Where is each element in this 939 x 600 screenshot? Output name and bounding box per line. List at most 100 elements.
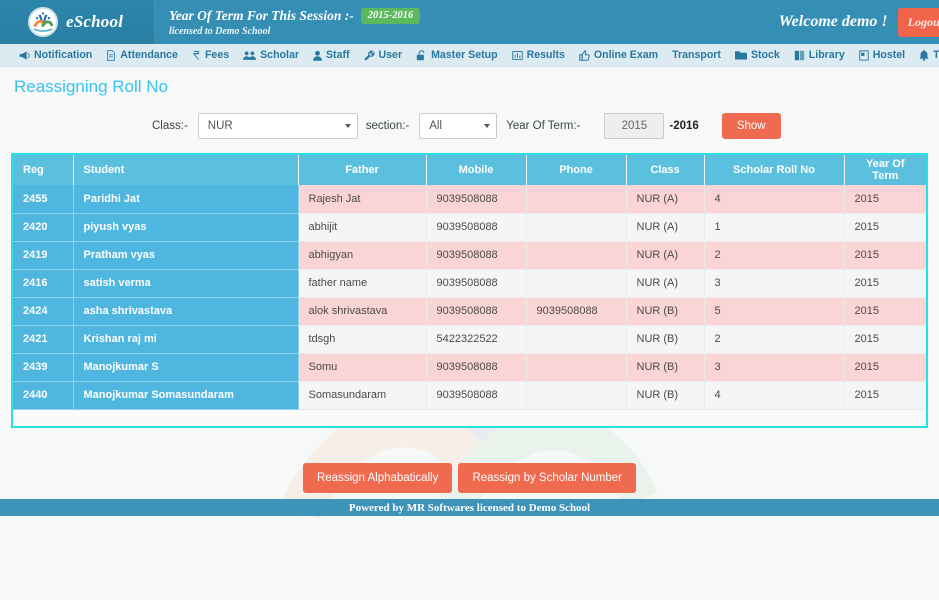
nav-item-stock[interactable]: Stock bbox=[728, 49, 787, 61]
brand-block[interactable]: eSchool bbox=[0, 0, 155, 44]
cell-year: 2015 bbox=[844, 353, 926, 382]
welcome-text: Welcome demo ! bbox=[778, 13, 888, 30]
chevron-down-icon bbox=[484, 124, 491, 128]
nav-item-label: Master Setup bbox=[431, 49, 498, 61]
cell-class: NUR (A) bbox=[626, 213, 705, 242]
bell-icon bbox=[919, 49, 929, 61]
cell-mobile: 9039508088 bbox=[426, 381, 527, 410]
footer-text: Powered by MR Softwares licensed to Demo… bbox=[348, 501, 591, 514]
cell-father: father name bbox=[298, 269, 427, 298]
table-row[interactable]: 2416 satish verma father name 9039508088 NUR… bbox=[13, 269, 926, 298]
page-footer: Powered by MR Softwares licensed to Demo… bbox=[0, 499, 939, 516]
school-logo-icon bbox=[28, 7, 58, 37]
table-row[interactable]: 2455 Paridhi Jat Rajesh Jat 9039508088 NUR (… bbox=[13, 185, 926, 214]
cell-father: Somasundaram bbox=[298, 381, 427, 410]
students-table-container: Reg Student Father Mobile Phone Class Scholar … bbox=[11, 153, 928, 428]
cell-phone bbox=[526, 269, 627, 298]
nav-item-scholar[interactable]: Scholar bbox=[236, 49, 306, 61]
cell-phone: 9039508088 bbox=[526, 297, 627, 326]
folder-icon bbox=[734, 50, 747, 60]
filter-toolbar: Class:- NUR section:- All Year Of Term:-… bbox=[0, 97, 939, 139]
cell-reg: 2439 bbox=[13, 353, 74, 382]
column-header-phone[interactable]: Phone bbox=[526, 155, 627, 185]
year-input[interactable] bbox=[604, 113, 665, 139]
column-header-class[interactable]: Class bbox=[626, 155, 705, 185]
cell-mobile: 5422322522 bbox=[426, 325, 527, 354]
table-row[interactable]: 2421 Krishan raj mi tdsgh 5422322522 NUR (B)… bbox=[13, 325, 926, 354]
nav-item-library[interactable]: Library bbox=[787, 49, 852, 61]
cell-roll: 5 bbox=[704, 297, 845, 326]
nav-item-results[interactable]: Results bbox=[505, 49, 572, 61]
cell-student: Manojkumar S bbox=[73, 353, 299, 382]
nav-item-user[interactable]: User bbox=[357, 49, 410, 61]
table-row[interactable]: 2424 asha shrivastava alok shrivastava 9039… bbox=[13, 297, 926, 326]
table-row[interactable]: 2419 Pratham vyas abhigyan 9039508088 NUR (A… bbox=[13, 241, 926, 270]
table-row[interactable]: 2440 Manojkumar Somasundaram Somasundaram 9… bbox=[13, 381, 926, 410]
nav-item-notification[interactable]: Notification bbox=[12, 49, 99, 61]
cell-reg: 2416 bbox=[13, 269, 74, 298]
cell-year: 2015 bbox=[844, 325, 926, 354]
nav-item-attendance[interactable]: Attendance bbox=[99, 49, 185, 61]
column-header-father[interactable]: Father bbox=[298, 155, 427, 185]
reassign-by-scholar-number-button[interactable]: Reassign by Scholar Number bbox=[458, 462, 637, 493]
cell-year: 2015 bbox=[844, 213, 926, 242]
column-header-mobile[interactable]: Mobile bbox=[426, 155, 527, 185]
section-label: section:- bbox=[365, 120, 410, 132]
column-header-student[interactable]: Student bbox=[73, 155, 299, 185]
rupee-icon bbox=[192, 50, 201, 61]
logout-button[interactable]: Logout bbox=[897, 7, 939, 37]
top-header-bar: eSchool Year Of Term For This Session :-… bbox=[0, 0, 939, 44]
cell-mobile: 9039508088 bbox=[426, 297, 527, 326]
main-navigation: Notification Attendance Fees Scholar Staff Us… bbox=[0, 44, 939, 67]
column-header-year-of-term[interactable]: Year Of Term bbox=[844, 155, 926, 185]
table-header: Reg Student Father Mobile Phone Class Scholar … bbox=[13, 155, 926, 185]
cell-roll: 2 bbox=[704, 325, 845, 354]
section-select-value: All bbox=[429, 120, 443, 132]
show-button[interactable]: Show bbox=[721, 113, 781, 139]
brand-name: eSchool bbox=[66, 12, 124, 31]
session-label: Year Of Term For This Session :- bbox=[169, 7, 354, 23]
cell-father: Somu bbox=[298, 353, 427, 382]
nav-item-label: Stock bbox=[750, 49, 780, 61]
cell-student: piyush vyas bbox=[73, 213, 299, 242]
nav-item-online-exam[interactable]: Online Exam bbox=[572, 49, 665, 61]
cell-year: 2015 bbox=[844, 269, 926, 298]
cell-mobile: 9039508088 bbox=[426, 213, 527, 242]
cell-student: Pratham vyas bbox=[73, 241, 299, 270]
cell-phone bbox=[526, 325, 627, 354]
nav-item-label: Results bbox=[526, 49, 565, 61]
users-icon bbox=[243, 50, 257, 61]
nav-item-label: User bbox=[378, 49, 403, 61]
page-title: Reassigning Roll No bbox=[14, 77, 169, 96]
nav-item-hostel[interactable]: Hostel bbox=[852, 49, 912, 61]
reassign-alphabetically-button[interactable]: Reassign Alphabatically bbox=[302, 462, 453, 493]
unlock-icon bbox=[416, 49, 427, 61]
class-select[interactable]: NUR bbox=[197, 113, 358, 139]
cell-reg: 2455 bbox=[13, 185, 74, 214]
cell-reg: 2419 bbox=[13, 241, 74, 270]
building-icon bbox=[859, 49, 869, 61]
cell-student: Krishan raj mi bbox=[73, 325, 299, 354]
nav-item-fees[interactable]: Fees bbox=[185, 49, 236, 61]
megaphone-icon bbox=[19, 50, 30, 61]
section-select[interactable]: All bbox=[419, 113, 498, 139]
book-icon bbox=[794, 50, 805, 61]
nav-item-master-setup[interactable]: Master Setup bbox=[409, 49, 505, 61]
cell-student: asha shrivastava bbox=[73, 297, 299, 326]
nav-item-label: Online Exam bbox=[593, 49, 659, 61]
table-row[interactable]: 2439 Manojkumar S Somu 9039508088 NUR (B) 3 20… bbox=[13, 353, 926, 382]
nav-item-timetable[interactable]: TimeTable bbox=[912, 49, 939, 61]
document-icon bbox=[106, 49, 116, 61]
nav-item-label: Attendance bbox=[120, 49, 178, 61]
cell-year: 2015 bbox=[844, 185, 926, 214]
column-header-reg[interactable]: Reg bbox=[13, 155, 74, 185]
class-select-value: NUR bbox=[207, 120, 233, 132]
cell-mobile: 9039508088 bbox=[426, 241, 527, 270]
cell-reg: 2424 bbox=[13, 297, 74, 326]
nav-item-transport[interactable]: Transport bbox=[665, 49, 728, 61]
table-row[interactable]: 2420 piyush vyas abhijit 9039508088 NUR (A) 1… bbox=[13, 213, 926, 242]
nav-item-label: Fees bbox=[204, 49, 230, 61]
nav-item-staff[interactable]: Staff bbox=[306, 49, 357, 61]
cell-reg: 2420 bbox=[13, 213, 74, 242]
column-header-scholar-roll-no[interactable]: Scholar Roll No bbox=[704, 155, 845, 185]
